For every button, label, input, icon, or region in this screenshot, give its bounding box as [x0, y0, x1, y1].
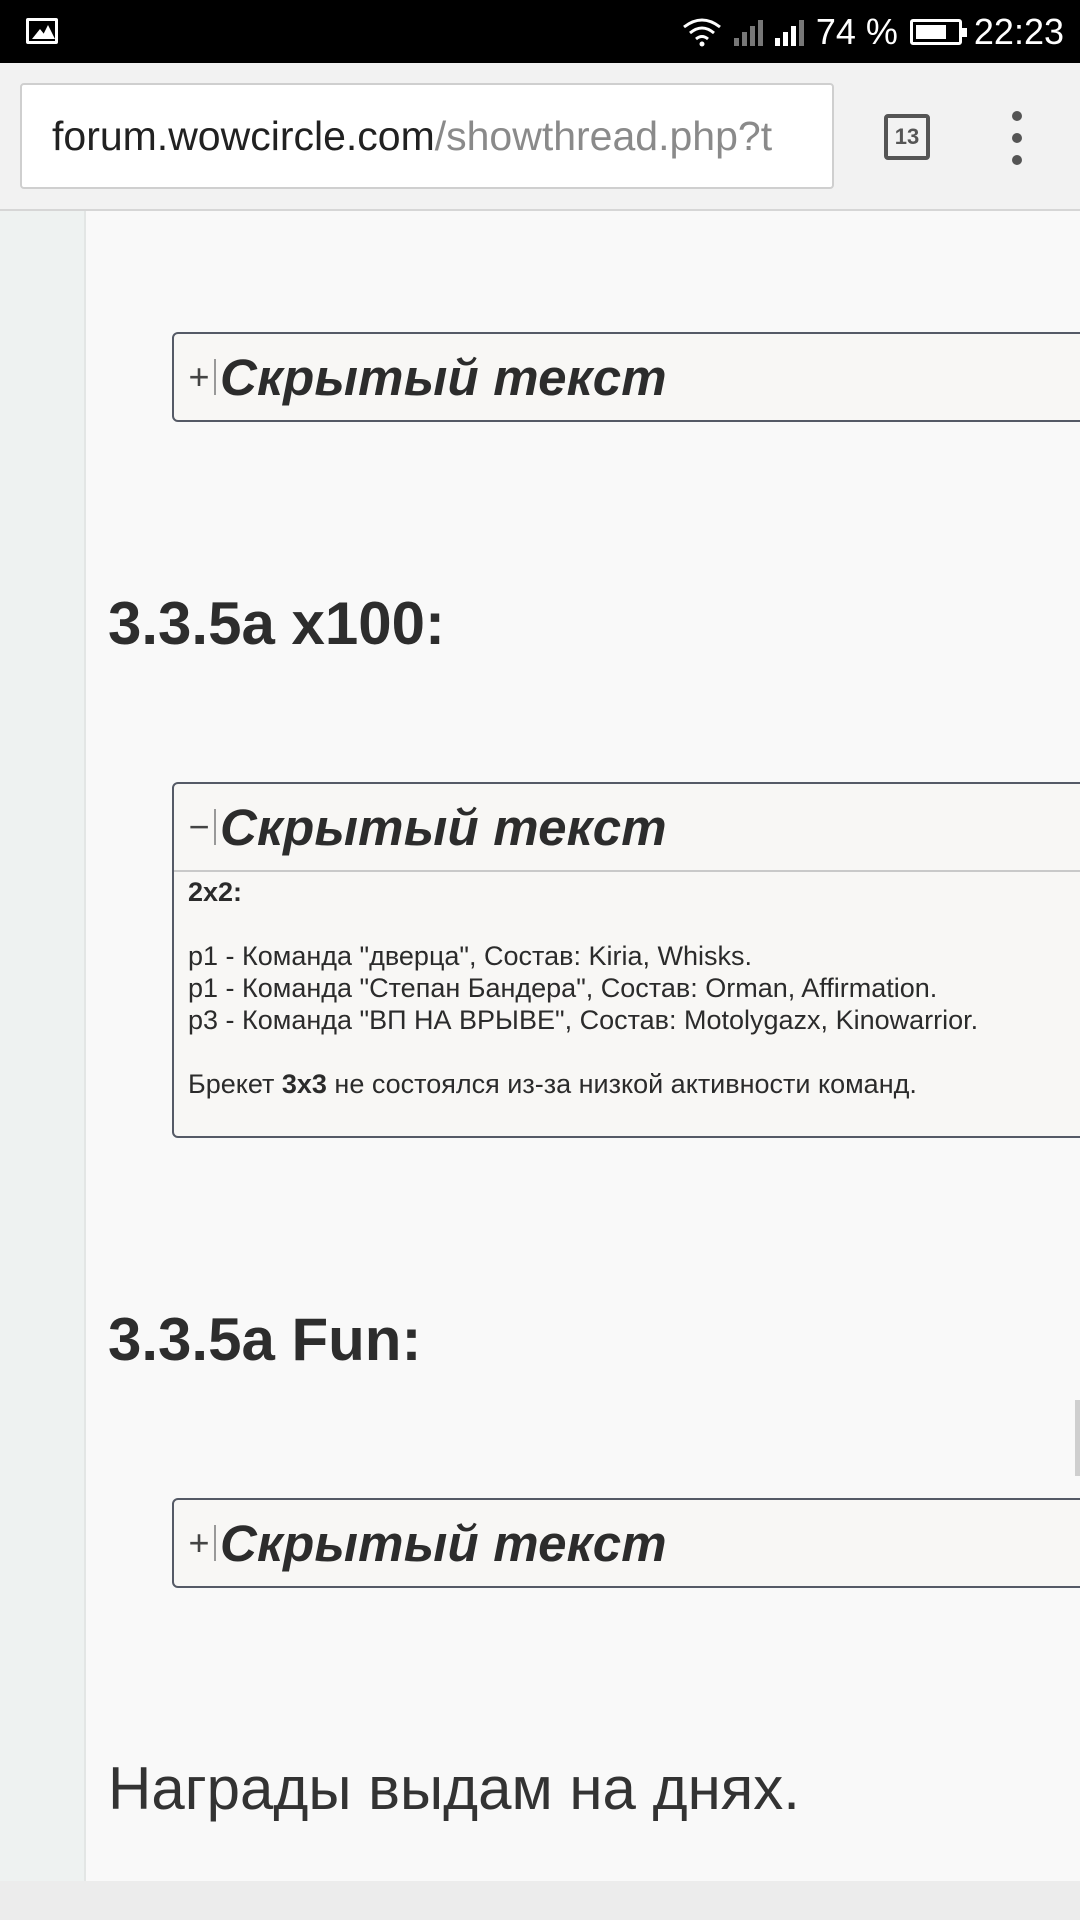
bracket-subheading: 2x2: [188, 877, 243, 907]
wifi-icon [682, 18, 721, 46]
bracket-note: Брекет 3x3 не состоялся из-за низкой акт… [188, 1069, 917, 1099]
address-bar[interactable]: forum.wowcircle.com/showthread.php?t [20, 83, 834, 189]
spoiler-content: 2x2: p1 - Команда "дверца", Состав: Kiri… [174, 870, 1080, 1136]
spoiler-title: Скрытый текст [220, 798, 667, 856]
expand-icon[interactable]: + [186, 1525, 212, 1561]
spoiler-header[interactable]: − Скрытый текст [174, 784, 1080, 870]
spoiler-header[interactable]: + Скрытый текст [174, 1500, 1080, 1586]
spoiler-block: + Скрытый текст [172, 1498, 1080, 1588]
tab-switcher-button[interactable]: 13 [884, 114, 930, 160]
url-host: forum.wowcircle.com [52, 112, 435, 159]
url-path: /showthread.php?t [434, 112, 773, 159]
result-line: p3 - Команда "ВП НА ВРЫВЕ", Состав: Moto… [188, 1005, 979, 1035]
scrollbar[interactable] [1075, 1400, 1080, 1476]
spoiler-block: + Скрытый текст [172, 332, 1080, 422]
left-gutter [0, 211, 86, 1881]
page-content: + Скрытый текст 3.3.5a x100: − Скрытый т… [0, 211, 1080, 1881]
post-footer-text: Награды выдам на днях. [108, 1755, 800, 1822]
browser-toolbar: forum.wowcircle.com/showthread.php?t 13 [0, 63, 1080, 211]
result-line: p1 - Команда "дверца", Состав: Kiria, Wh… [188, 941, 752, 971]
status-icons: 74 % 22:23 [682, 0, 1064, 63]
section-heading: 3.3.5a x100: [108, 590, 445, 657]
clock: 22:23 [973, 10, 1064, 52]
bottom-edge [0, 1881, 1080, 1920]
battery-icon [909, 18, 967, 45]
sim1-signal-icon [733, 18, 763, 46]
collapse-icon[interactable]: − [186, 809, 212, 845]
result-line: p1 - Команда "Степан Бандера", Состав: O… [188, 973, 938, 1003]
expand-icon[interactable]: + [186, 359, 212, 395]
section-heading: 3.3.5a Fun: [108, 1306, 422, 1373]
sim2-signal-icon [774, 18, 804, 46]
spoiler-title: Скрытый текст [220, 1514, 667, 1572]
status-bar: 74 % 22:23 [0, 0, 1080, 63]
tab-count: 13 [894, 124, 920, 149]
spoiler-header[interactable]: + Скрытый текст [174, 334, 1080, 420]
overflow-menu-icon[interactable] [1005, 111, 1029, 165]
gallery-notification-icon [26, 18, 58, 44]
spoiler-title: Скрытый текст [220, 348, 667, 406]
battery-percent: 74 % [815, 10, 898, 52]
spoiler-block-expanded: − Скрытый текст 2x2: p1 - Команда "дверц… [172, 782, 1080, 1138]
